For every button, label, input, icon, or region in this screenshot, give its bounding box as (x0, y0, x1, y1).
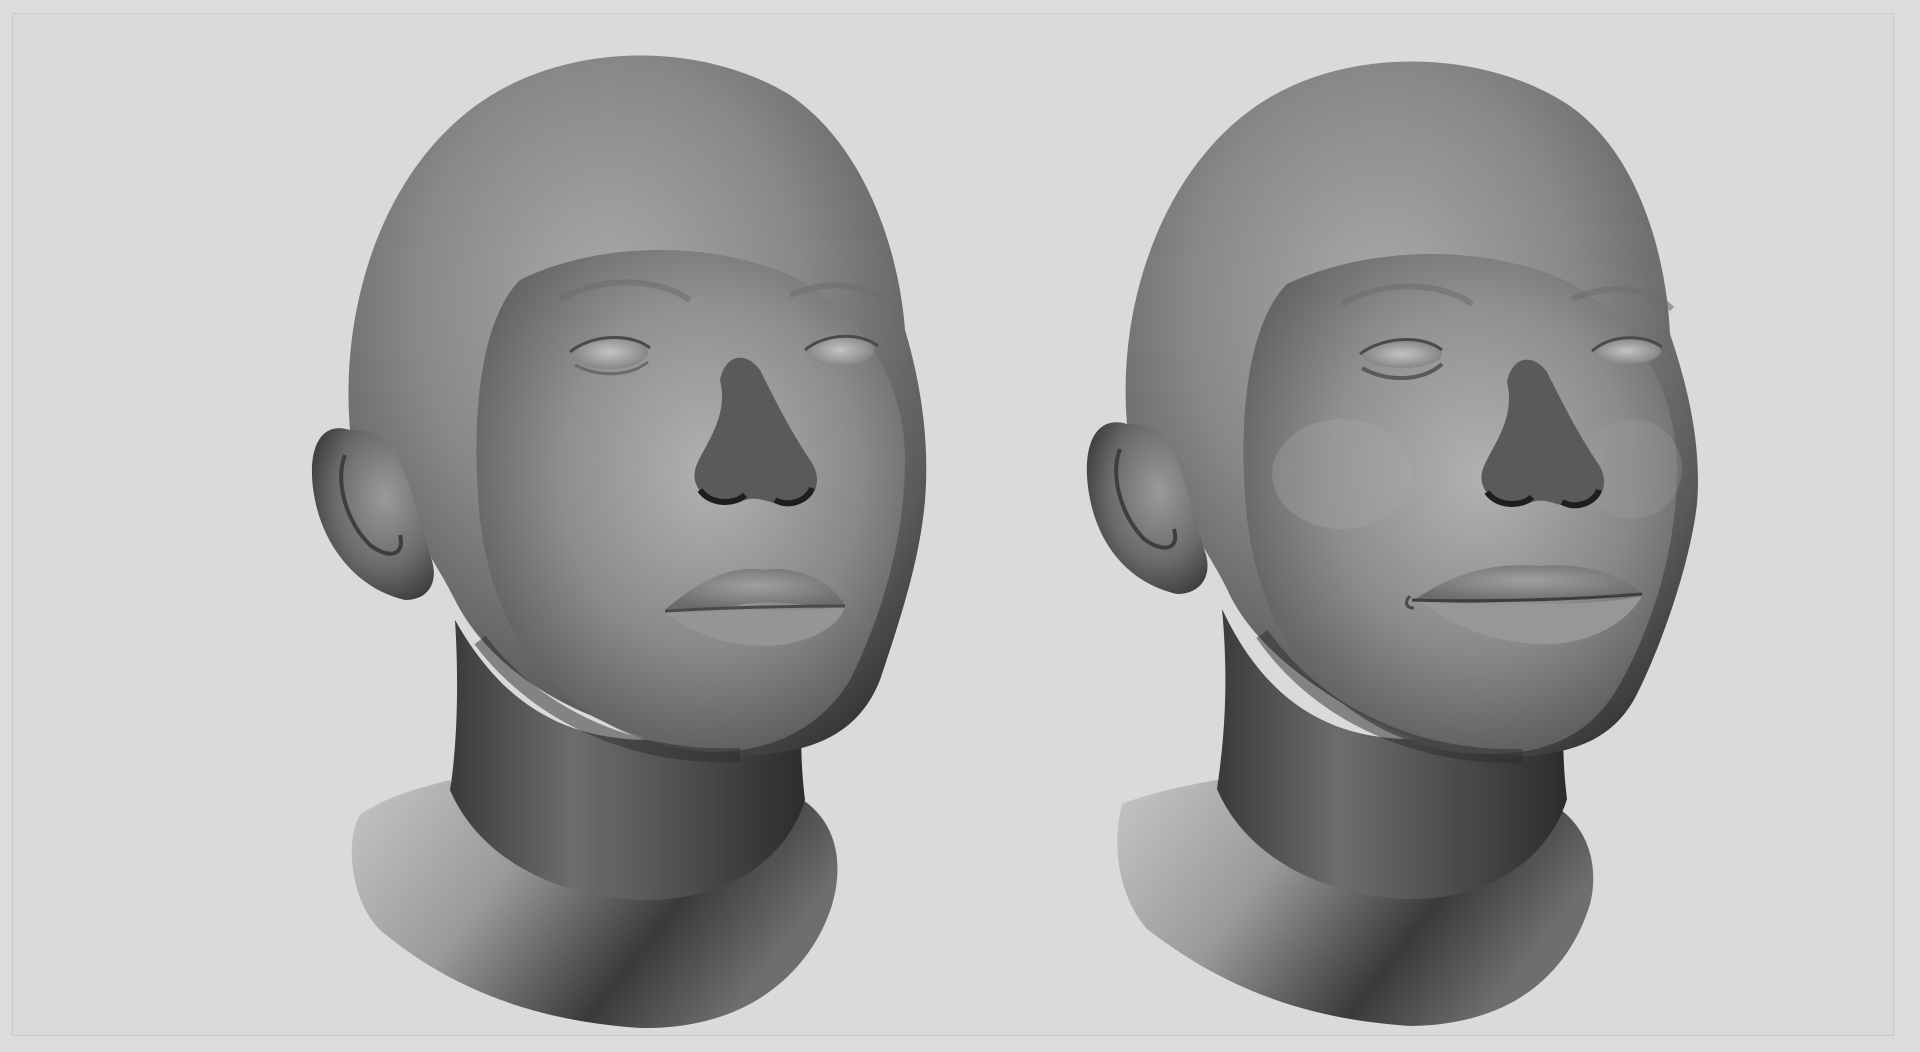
render-canvas[interactable] (0, 0, 1920, 1052)
neutral-expression-head[interactable] (311, 55, 927, 1029)
sculpt-viewport[interactable] (0, 0, 1920, 1052)
smiling-expression-head[interactable] (1086, 61, 1698, 1027)
